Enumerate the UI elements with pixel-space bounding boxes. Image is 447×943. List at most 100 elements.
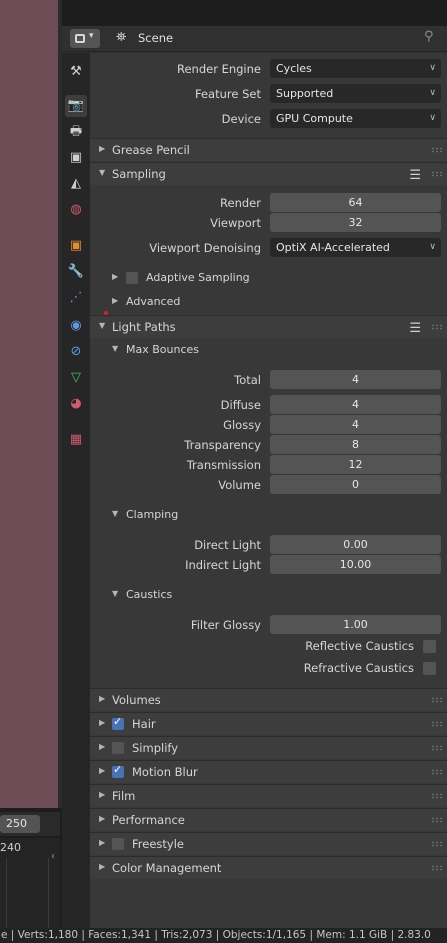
panel-grease-pencil[interactable]: ▶ Grease Pencil xyxy=(90,138,447,161)
world-icon[interactable]: ◍ xyxy=(65,199,87,221)
chevron-down-icon: ∨ xyxy=(429,88,436,98)
subpanel-caustics[interactable]: ▼ Caustics xyxy=(112,585,442,607)
panel-sampling[interactable]: ▼ Sampling ☰ xyxy=(90,162,447,185)
tool-icon[interactable]: ⚒ xyxy=(65,61,87,83)
simplify-checkbox[interactable] xyxy=(112,742,124,754)
chevron-down-icon: ∨ xyxy=(429,242,436,252)
drag-handle-icon[interactable] xyxy=(431,697,443,703)
subpanel-adaptive-sampling[interactable]: ▶ Adaptive Sampling xyxy=(112,268,442,290)
bounces-volume-field[interactable]: 0 xyxy=(270,475,441,494)
subpanel-title: Adaptive Sampling xyxy=(146,271,250,284)
sampling-viewport-field[interactable]: 32 xyxy=(270,213,441,232)
chevron-down-icon: ▼ xyxy=(99,321,106,330)
bounces-total-field[interactable]: 4 xyxy=(270,370,441,389)
render-engine-dropdown[interactable]: Cycles ∨ xyxy=(270,59,441,78)
view-layer-icon[interactable]: ▣ xyxy=(65,147,87,169)
panel-title: Motion Blur xyxy=(132,765,198,779)
subpanel-clamping[interactable]: ▼ Clamping xyxy=(112,505,442,527)
chevron-right-icon: ▶ xyxy=(99,862,106,871)
drag-handle-icon[interactable] xyxy=(431,793,443,799)
properties-tabs: ⚒ 📷 🖶 ▣ ◭ ◍ ▣ 🔧 ⋰ ◉ ⊘ ▽ ◕ ▦ xyxy=(62,53,90,928)
scene-icon[interactable]: ◭ xyxy=(65,173,87,195)
drag-handle-icon[interactable] xyxy=(431,721,443,727)
refractive-caustics-checkbox[interactable] xyxy=(423,662,436,675)
bounces-transparency-field[interactable]: 8 xyxy=(270,435,441,454)
bounces-transmission-field[interactable]: 12 xyxy=(270,455,441,474)
bounces-volume-row: Volume 0 xyxy=(90,475,447,495)
filter-glossy-field[interactable]: 1.00 xyxy=(270,615,441,634)
bounces-diffuse-field[interactable]: 4 xyxy=(270,395,441,414)
panel-film[interactable]: ▶ Film xyxy=(90,784,447,807)
drag-handle-icon[interactable] xyxy=(431,841,443,847)
pin-icon[interactable]: ⚲ xyxy=(424,29,434,44)
panel-freestyle[interactable]: ▶ Freestyle xyxy=(90,832,447,855)
drag-handle-icon[interactable] xyxy=(431,817,443,823)
properties-editor-icon xyxy=(75,34,85,43)
subpanel-advanced[interactable]: ▶ Advanced xyxy=(112,292,442,314)
chevron-down-icon: ▼ xyxy=(112,589,119,598)
refractive-caustics-label: Refractive Caustics xyxy=(303,661,414,675)
feature-set-dropdown[interactable]: Supported ∨ xyxy=(270,84,441,103)
subpanel-max-bounces[interactable]: ▼ Max Bounces xyxy=(112,340,442,362)
sampling-render-field[interactable]: 64 xyxy=(270,193,441,212)
viewport-denoising-dropdown[interactable]: OptiX AI-Accelerated ∨ xyxy=(270,238,441,257)
object-icon[interactable]: ▣ xyxy=(65,235,87,257)
mesh-data-icon[interactable]: ▽ xyxy=(65,367,87,389)
panel-light-paths[interactable]: ▼ Light Paths ☰ xyxy=(90,315,447,338)
drag-handle-icon[interactable] xyxy=(431,147,443,153)
device-dropdown[interactable]: GPU Compute ∨ xyxy=(270,109,441,128)
render-icon[interactable]: 📷 xyxy=(65,95,87,117)
bounces-transparency-row: Transparency 8 xyxy=(90,435,447,455)
filter-glossy-label: Filter Glossy xyxy=(190,618,261,632)
reflective-caustics-checkbox[interactable] xyxy=(423,640,436,653)
editor-type-button[interactable]: ▾ xyxy=(70,29,100,48)
subpanel-title: Advanced xyxy=(126,295,181,308)
device-label: Device xyxy=(221,112,261,126)
texture-icon[interactable]: ▦ xyxy=(65,429,87,451)
breadcrumb: Scene xyxy=(138,31,174,45)
physics-icon[interactable]: ◉ xyxy=(65,315,87,337)
bounces-volume-label: Volume xyxy=(218,478,261,492)
drag-handle-icon[interactable] xyxy=(431,865,443,871)
hair-checkbox[interactable] xyxy=(112,715,124,730)
drag-handle-icon[interactable] xyxy=(431,769,443,775)
drag-handle-icon[interactable] xyxy=(431,745,443,751)
drag-handle-icon[interactable] xyxy=(431,324,443,330)
bounces-transmission-label: Transmission xyxy=(186,458,261,472)
panel-title: Simplify xyxy=(132,741,179,755)
presets-list-icon[interactable]: ☰ xyxy=(409,321,421,336)
wrench-icon[interactable]: 🔧 xyxy=(65,261,87,283)
chevron-right-icon: ▶ xyxy=(99,790,106,799)
chevron-left-icon[interactable]: ‹ xyxy=(51,851,55,862)
chevron-right-icon: ▶ xyxy=(99,838,106,847)
presets-list-icon[interactable]: ☰ xyxy=(409,168,421,183)
panel-title: Grease Pencil xyxy=(112,143,190,157)
panel-motion-blur[interactable]: ▶ Motion Blur xyxy=(90,760,447,783)
bounces-glossy-field[interactable]: 4 xyxy=(270,415,441,434)
frame-end-field[interactable]: 250 xyxy=(0,815,40,833)
panel-performance[interactable]: ▶ Performance xyxy=(90,808,447,831)
output-icon[interactable]: 🖶 xyxy=(65,121,87,143)
bounces-diffuse-row: Diffuse 4 xyxy=(90,395,447,415)
panel-simplify[interactable]: ▶ Simplify xyxy=(90,736,447,759)
panel-volumes[interactable]: ▶ Volumes xyxy=(90,688,447,711)
clamp-direct-field[interactable]: 0.00 xyxy=(270,535,441,554)
refractive-caustics-row[interactable]: Refractive Caustics xyxy=(150,659,440,679)
material-icon[interactable]: ◕ xyxy=(65,393,87,415)
filter-glossy-row: Filter Glossy 1.00 xyxy=(90,615,447,635)
panel-title: Film xyxy=(112,789,136,803)
panel-hair[interactable]: ▶ Hair xyxy=(90,712,447,735)
timeline-frame-number: 240 xyxy=(0,841,21,854)
freestyle-checkbox[interactable] xyxy=(112,838,124,850)
constraints-icon[interactable]: ⊘ xyxy=(65,341,87,363)
motion-blur-checkbox[interactable] xyxy=(112,763,124,778)
clamp-indirect-field[interactable]: 10.00 xyxy=(270,555,441,574)
particles-icon[interactable]: ⋰ xyxy=(65,287,87,309)
reflective-caustics-row[interactable]: Reflective Caustics xyxy=(150,637,440,657)
chevron-down-icon: ▼ xyxy=(99,168,106,177)
adaptive-sampling-checkbox[interactable] xyxy=(126,272,138,284)
drag-handle-icon[interactable] xyxy=(431,171,443,177)
3d-viewport[interactable] xyxy=(0,0,60,808)
panel-color-management[interactable]: ▶ Color Management xyxy=(90,856,447,879)
chevron-right-icon: ▶ xyxy=(99,694,106,703)
